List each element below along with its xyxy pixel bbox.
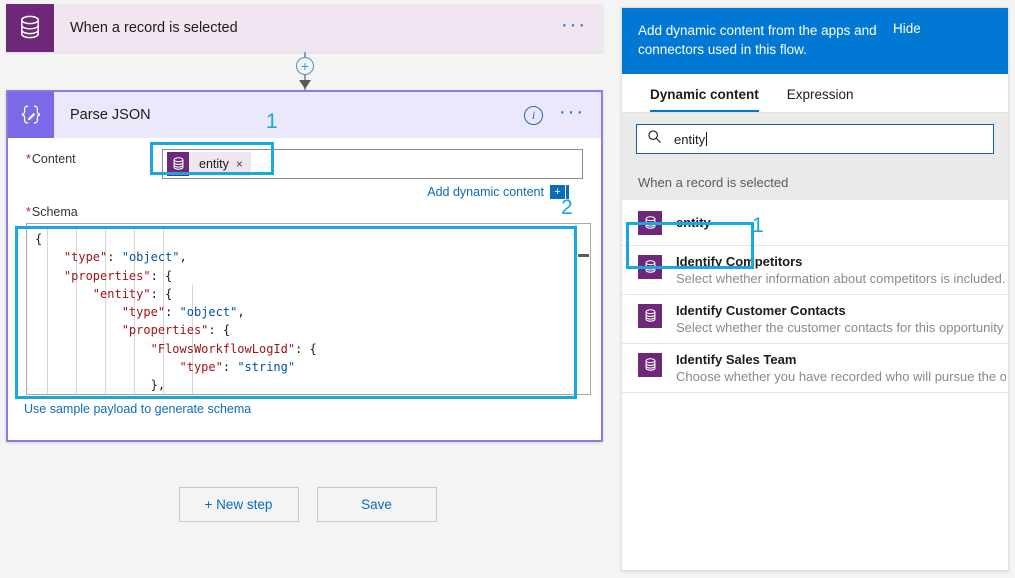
list-item-title: entity <box>676 215 711 230</box>
list-item-title: Identify Customer Contacts <box>676 303 846 318</box>
database-icon <box>167 152 189 176</box>
trigger-card[interactable]: When a record is selected ··· <box>6 4 603 52</box>
use-sample-payload-link[interactable]: Use sample payload to generate schema <box>8 395 601 416</box>
dynamic-content-group-header: When a record is selected <box>622 166 1008 200</box>
database-icon <box>6 4 54 52</box>
dynamic-content-tabs: Dynamic content Expression <box>622 74 1008 113</box>
dynamic-content-header: Add dynamic content from the apps and co… <box>622 8 1008 74</box>
content-field-row: *Content entity × Add dynamic content + <box>8 138 601 199</box>
search-input-value: entity <box>674 131 706 147</box>
list-item-entity[interactable]: entity <box>622 200 1008 246</box>
list-item-identify-customer-contacts[interactable]: Identify Customer Contacts Select whethe… <box>622 295 1008 344</box>
close-icon[interactable]: × <box>236 157 251 171</box>
connector: + <box>295 52 315 90</box>
entity-token-chip[interactable]: entity × <box>167 152 251 176</box>
content-input[interactable]: entity × <box>162 149 583 179</box>
schema-scrollbar-thumb[interactable] <box>578 254 589 257</box>
add-dynamic-content-row: Add dynamic content + <box>26 185 583 199</box>
dynamic-content-panel: Add dynamic content from the apps and co… <box>621 7 1009 571</box>
action-buttons-row: + New step Save <box>0 487 615 522</box>
search-area: entity <box>622 113 1008 166</box>
list-item-body: Identify Sales Team Choose whether you h… <box>676 352 1006 384</box>
trigger-menu-button[interactable]: ··· <box>561 15 587 36</box>
database-icon <box>638 353 662 377</box>
hide-panel-link[interactable]: Hide <box>893 21 921 59</box>
add-dynamic-content-link[interactable]: Add dynamic content <box>427 185 544 199</box>
parse-json-card: Parse JSON i ··· *Content entity × Add d… <box>6 90 603 442</box>
tab-expression[interactable]: Expression <box>773 74 868 112</box>
save-button[interactable]: Save <box>316 487 437 522</box>
add-step-plus-icon[interactable]: + <box>296 57 314 75</box>
trigger-title: When a record is selected <box>70 20 238 36</box>
parse-json-title: Parse JSON <box>70 107 151 123</box>
search-icon <box>647 129 662 149</box>
list-item-title: Identify Competitors <box>676 254 803 269</box>
parse-json-header[interactable]: Parse JSON i ··· <box>8 92 601 138</box>
text-caret <box>706 132 708 146</box>
list-item-identify-sales-team[interactable]: Identify Sales Team Choose whether you h… <box>622 344 1008 393</box>
required-indicator: * <box>26 152 31 166</box>
database-icon <box>638 304 662 328</box>
dynamic-content-list: entity Identify Competitors Select wheth… <box>622 200 1008 393</box>
list-item-description: Choose whether you have recorded who wil… <box>676 369 1006 384</box>
connector-arrow-icon <box>298 80 311 89</box>
dynamic-content-header-text: Add dynamic content from the apps and co… <box>638 23 877 57</box>
schema-code-text: { "type": "object", "properties": { "ent… <box>35 232 317 393</box>
info-icon[interactable]: i <box>524 105 544 125</box>
database-icon <box>638 255 662 279</box>
schema-scrollbar[interactable] <box>575 224 590 394</box>
tab-dynamic-content[interactable]: Dynamic content <box>636 74 773 112</box>
list-item-description: Select whether information about competi… <box>676 271 1006 286</box>
flow-designer-screen: When a record is selected ··· + Parse JS… <box>0 0 1015 578</box>
schema-field-label: *Schema <box>26 205 78 219</box>
new-step-button[interactable]: + New step <box>178 487 299 522</box>
entity-token-label: entity <box>199 157 229 171</box>
add-dynamic-content-plus-icon[interactable]: + <box>550 185 565 199</box>
list-item-identify-competitors[interactable]: Identify Competitors Select whether info… <box>622 246 1008 295</box>
add-dynamic-content-bar <box>566 185 569 199</box>
parse-json-menu-button[interactable]: ··· <box>559 102 585 123</box>
schema-editor[interactable]: { "type": "object", "properties": { "ent… <box>26 223 591 395</box>
parse-json-braces-icon <box>8 92 54 138</box>
list-item-title: Identify Sales Team <box>676 352 797 367</box>
flow-designer-canvas: When a record is selected ··· + Parse JS… <box>0 0 615 578</box>
required-indicator: * <box>26 205 31 219</box>
list-item-body: Identify Competitors Select whether info… <box>676 254 1006 286</box>
list-item-body: Identify Customer Contacts Select whethe… <box>676 303 1006 335</box>
database-icon <box>638 211 662 235</box>
list-item-description: Select whether the customer contacts for… <box>676 320 1006 335</box>
list-item-body: entity <box>676 215 711 230</box>
search-input[interactable]: entity <box>636 124 994 154</box>
